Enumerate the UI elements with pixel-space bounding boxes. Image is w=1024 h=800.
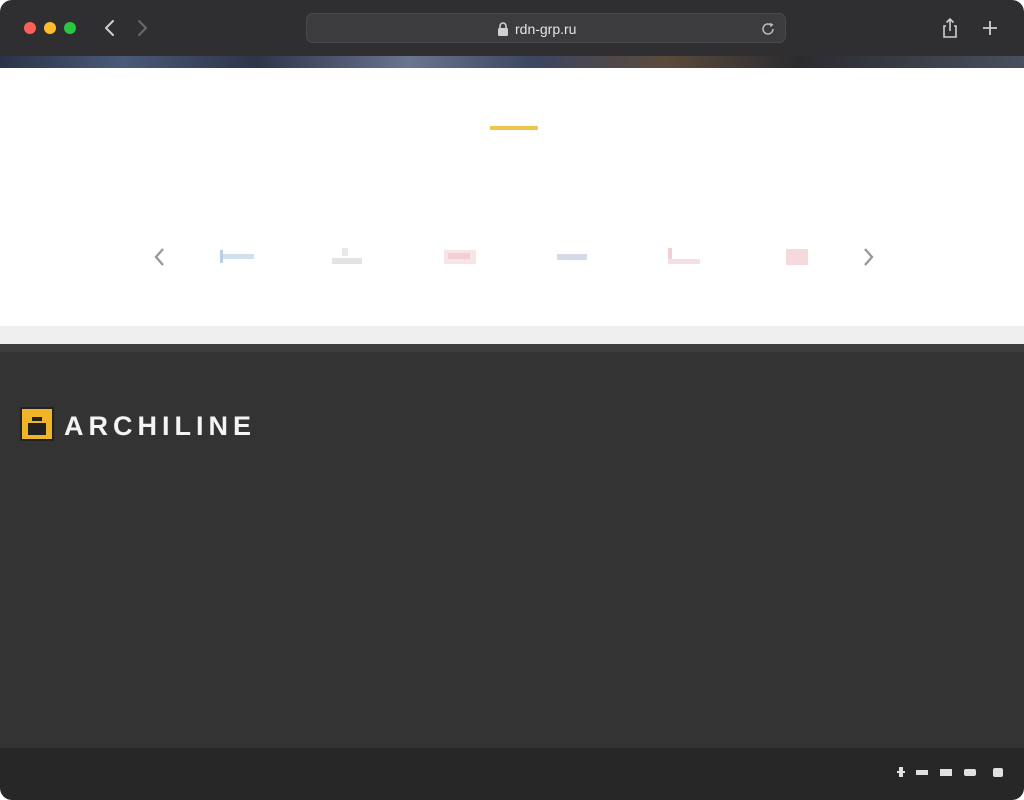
browser-toolbar: rdn-grp.ru [0, 0, 1024, 56]
web-page: ARCHILINE [0, 56, 1024, 800]
site-footer: ARCHILINE [0, 352, 1024, 748]
client-logo[interactable] [664, 246, 702, 268]
new-tab-button[interactable] [980, 18, 1000, 38]
footer-about [22, 412, 252, 458]
client-logo[interactable] [218, 246, 256, 268]
chevron-left-icon [154, 248, 164, 266]
close-window-button[interactable] [24, 22, 36, 34]
client-logo[interactable] [330, 246, 364, 268]
browser-window: rdn-grp.ru ARCHILINE [0, 0, 1024, 800]
footer-divider [0, 344, 1024, 352]
client-logo[interactable] [784, 246, 810, 268]
clients-section [0, 68, 1024, 326]
footer-navigation [272, 412, 472, 430]
client-logo[interactable] [442, 246, 478, 268]
lock-icon [498, 22, 508, 36]
share-icon [943, 17, 957, 38]
footer-bottom-bar [0, 748, 1024, 800]
instagram-icon[interactable] [990, 766, 1006, 778]
carousel-next-button[interactable] [862, 246, 876, 268]
address-bar[interactable]: rdn-grp.ru [306, 13, 786, 43]
forward-button[interactable] [132, 17, 152, 39]
zoom-window-button[interactable] [64, 22, 76, 34]
back-button[interactable] [100, 17, 120, 39]
youtube-icon[interactable] [962, 766, 978, 778]
url-text: rdn-grp.ru [515, 21, 577, 37]
hero-image-strip [0, 56, 1024, 68]
footer-latest-offers [522, 412, 757, 426]
section-accent-line [490, 126, 538, 130]
chevron-right-icon [138, 20, 147, 36]
plus-icon [983, 21, 997, 35]
facebook-icon[interactable] [893, 766, 909, 778]
share-button[interactable] [940, 17, 960, 39]
twitter-icon[interactable] [938, 766, 954, 778]
minimize-window-button[interactable] [44, 22, 56, 34]
chevron-right-icon [864, 248, 874, 266]
vk-icon[interactable] [914, 766, 930, 778]
reload-icon[interactable] [760, 21, 776, 37]
footer-contacts [778, 412, 1008, 434]
chevron-left-icon [105, 20, 114, 36]
carousel-prev-button[interactable] [152, 246, 166, 268]
client-logo[interactable] [555, 246, 589, 268]
